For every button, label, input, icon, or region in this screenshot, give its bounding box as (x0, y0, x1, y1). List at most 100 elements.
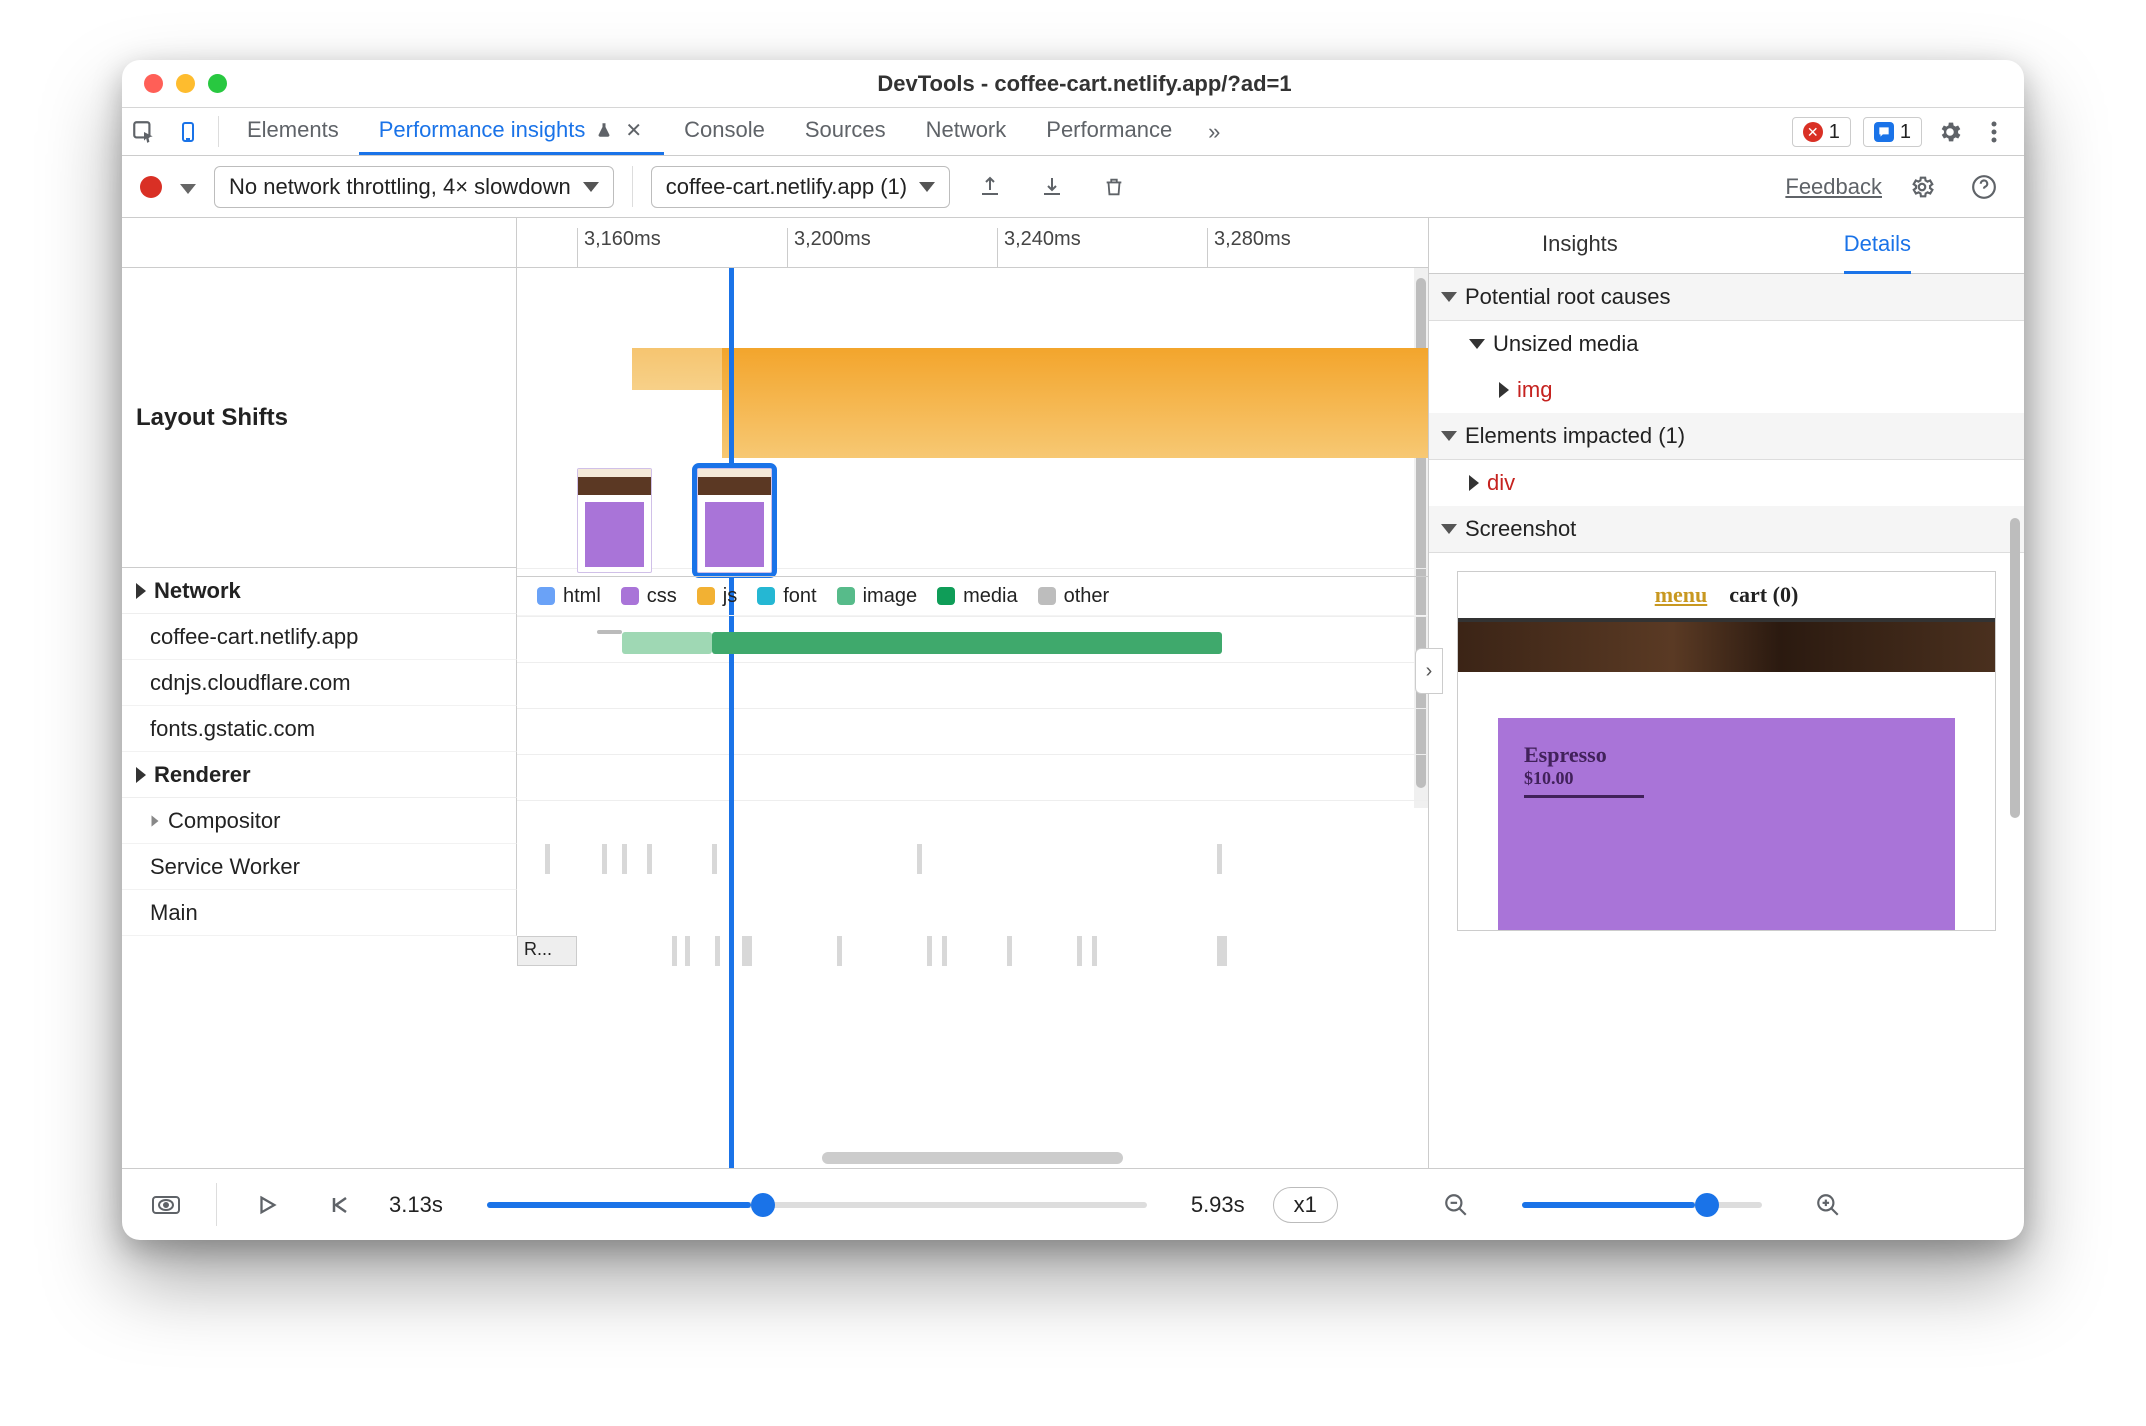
device-toolbar-icon[interactable] (166, 108, 210, 155)
close-window-button[interactable] (144, 74, 163, 93)
ruler-tick: 3,160ms (577, 228, 661, 268)
help-icon[interactable] (1962, 174, 2006, 200)
tracks-area: Layout Shifts Network coffee-cart.netlif… (122, 268, 1428, 1168)
renderer-sub[interactable]: Service Worker (122, 844, 517, 890)
record-button[interactable] (140, 176, 162, 198)
record-dropdown-caret[interactable] (180, 174, 196, 200)
track-layout-shifts[interactable]: Layout Shifts (122, 268, 517, 568)
legend-item: font (757, 585, 816, 608)
track-network[interactable]: Network (122, 568, 517, 614)
legend-item: image (837, 585, 917, 608)
collapse-panel-icon[interactable]: › (1415, 648, 1443, 694)
ruler-tick: 3,240ms (997, 228, 1081, 268)
window-controls (144, 74, 227, 93)
zoom-slider[interactable] (1522, 1202, 1762, 1208)
minimize-window-button[interactable] (176, 74, 195, 93)
playback-slider[interactable] (487, 1202, 1147, 1208)
tab-console[interactable]: Console (664, 108, 785, 155)
session-dropdown[interactable]: coffee-cart.netlify.app (1) (651, 166, 950, 208)
cls-bar[interactable] (722, 348, 1428, 458)
ruler-tick: 3,280ms (1207, 228, 1291, 268)
horizontal-scroll-thumb[interactable] (822, 1152, 1123, 1164)
message-count-badge[interactable]: 1 (1863, 117, 1922, 147)
devtools-window: DevTools - coffee-cart.netlify.app/?ad=1… (122, 60, 2024, 1240)
tab-label: Network (926, 117, 1007, 143)
message-count: 1 (1900, 121, 1911, 144)
play-icon[interactable] (245, 1192, 289, 1218)
renderer-sub[interactable]: Main (122, 890, 517, 936)
speed-pill[interactable]: x1 (1273, 1187, 1338, 1223)
track-renderer[interactable]: Renderer (122, 752, 517, 798)
network-legend: html css js font image media other (517, 576, 1428, 616)
toggle-preview-icon[interactable] (144, 1193, 188, 1217)
flask-icon (595, 120, 613, 140)
tab-label: Performance insights (379, 117, 586, 143)
panel-settings-icon[interactable] (1900, 174, 1944, 200)
delete-icon[interactable] (1092, 175, 1136, 199)
expand-icon (1441, 524, 1457, 534)
expand-icon (136, 583, 146, 599)
task-block[interactable]: R... (517, 936, 577, 966)
more-tabs-icon[interactable]: » (1192, 108, 1236, 155)
legend-item: media (937, 585, 1017, 608)
tab-label: Console (684, 117, 765, 143)
tab-elements[interactable]: Elements (227, 108, 359, 155)
cls-bar[interactable] (632, 348, 722, 390)
screenshot-hero-image (1458, 622, 1995, 672)
legend-item: other (1038, 585, 1110, 608)
vertical-scrollbar[interactable] (2008, 218, 2022, 1168)
throttling-value: No network throttling, 4× slowdown (229, 174, 571, 200)
tab-network[interactable]: Network (906, 108, 1027, 155)
throttling-dropdown[interactable]: No network throttling, 4× slowdown (214, 166, 614, 208)
request-bar[interactable] (622, 632, 712, 654)
session-value: coffee-cart.netlify.app (1) (666, 174, 907, 200)
chevron-down-icon (583, 182, 599, 192)
playhead[interactable] (729, 268, 734, 1168)
inspect-element-icon[interactable] (122, 108, 166, 155)
settings-icon[interactable] (1928, 108, 1972, 155)
tab-sources[interactable]: Sources (785, 108, 906, 155)
close-tab-icon[interactable]: ✕ (623, 118, 644, 143)
tab-performance-insights[interactable]: Performance insights ✕ (359, 108, 664, 155)
section-root-causes[interactable]: Potential root causes (1429, 274, 2024, 321)
time-ruler[interactable]: 3,160ms 3,200ms 3,240ms 3,280ms (122, 218, 1428, 268)
ss-cart-link: cart (0) (1729, 582, 1798, 608)
tab-performance[interactable]: Performance (1026, 108, 1192, 155)
legend-item: js (697, 585, 737, 608)
error-count: 1 (1829, 121, 1840, 144)
request-bar[interactable] (597, 630, 622, 634)
renderer-sub[interactable]: Compositor (122, 798, 517, 844)
tree-div[interactable]: div (1429, 460, 2024, 506)
export-icon[interactable] (968, 175, 1012, 199)
window-title: DevTools - coffee-cart.netlify.app/?ad=1 (227, 71, 1942, 97)
layout-shift-thumb[interactable] (577, 468, 652, 573)
product-name: Espresso (1524, 742, 1929, 768)
network-host[interactable]: coffee-cart.netlify.app (122, 614, 517, 660)
tree-img[interactable]: img (1429, 367, 2024, 413)
tab-details[interactable]: Details (1844, 218, 1911, 274)
expand-icon (1499, 382, 1509, 398)
zoom-in-icon[interactable] (1806, 1192, 1850, 1218)
error-count-badge[interactable]: ✕ 1 (1792, 117, 1851, 147)
section-screenshot[interactable]: Screenshot (1429, 506, 2024, 553)
skip-to-start-icon[interactable] (317, 1193, 361, 1217)
network-host[interactable]: fonts.gstatic.com (122, 706, 517, 752)
ss-menu-link: menu (1655, 582, 1708, 608)
layout-shift-thumb-selected[interactable] (697, 468, 772, 573)
import-icon[interactable] (1030, 175, 1074, 199)
tab-insights[interactable]: Insights (1542, 218, 1618, 274)
feedback-link[interactable]: Feedback (1785, 174, 1882, 200)
tree-unsized-media[interactable]: Unsized media (1429, 321, 2024, 367)
kebab-menu-icon[interactable] (1972, 108, 2016, 155)
timeline-lanes[interactable]: html css js font image media other (517, 268, 1428, 1168)
zoom-out-icon[interactable] (1434, 1192, 1478, 1218)
timeline-panel: 3,160ms 3,200ms 3,240ms 3,280ms Layout S… (122, 218, 1429, 1168)
expand-icon (1469, 339, 1485, 349)
maximize-window-button[interactable] (208, 74, 227, 93)
legend-item: html (537, 585, 601, 608)
expand-icon (136, 767, 146, 783)
request-bar[interactable] (712, 632, 1222, 654)
network-host[interactable]: cdnjs.cloudflare.com (122, 660, 517, 706)
playback-start-time: 3.13s (389, 1192, 443, 1218)
section-elements-impacted[interactable]: Elements impacted (1) (1429, 413, 2024, 460)
